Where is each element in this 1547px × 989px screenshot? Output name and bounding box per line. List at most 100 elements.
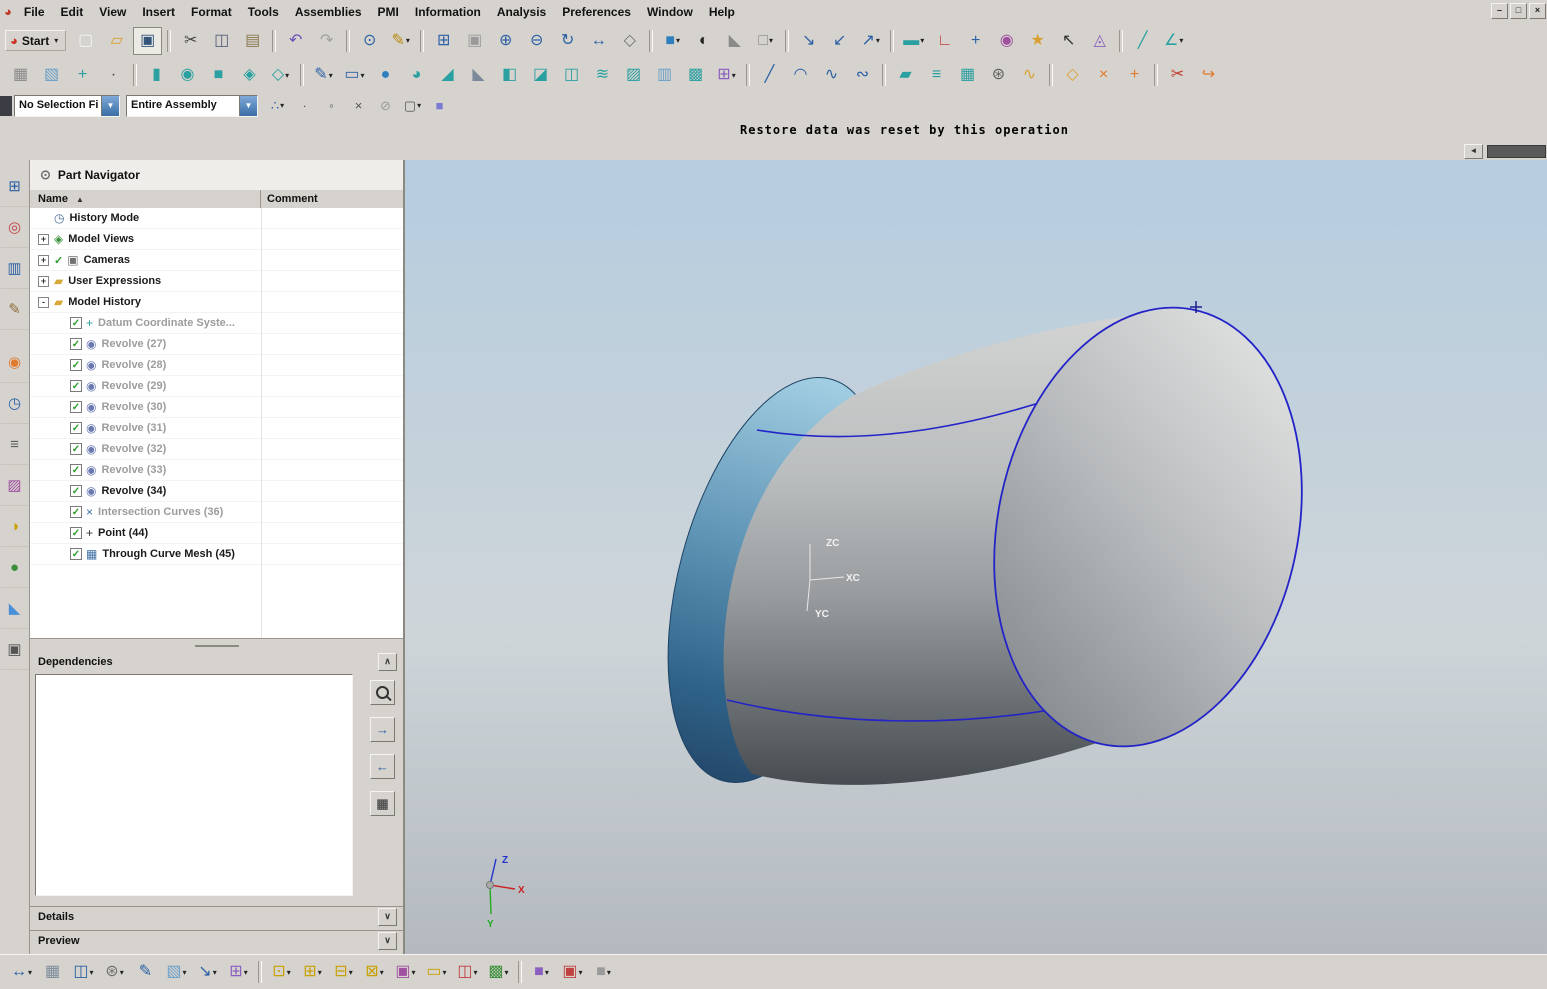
snap-intersection-icon[interactable]: ×: [346, 94, 371, 117]
dropdown-arrow-icon[interactable]: ▾: [120, 968, 124, 977]
sort-ascending-icon[interactable]: ▲: [76, 195, 84, 204]
tree-item-label[interactable]: User Expressions: [68, 275, 161, 287]
dependencies-search-button[interactable]: [370, 680, 395, 705]
feature-checkbox[interactable]: ✓: [70, 317, 82, 329]
snap-midpoint-icon[interactable]: ◦: [319, 94, 344, 117]
undo-icon[interactable]: ↶: [281, 27, 310, 55]
edit-surface-icon[interactable]: ↪: [1194, 61, 1223, 89]
dropdown-arrow-icon[interactable]: ▾: [474, 968, 478, 977]
zoom-in-icon[interactable]: ⊕: [491, 27, 520, 55]
sketch-in-task-icon[interactable]: ✎: [131, 958, 160, 986]
orient-view-top-icon[interactable]: ↘: [794, 27, 823, 55]
collapse-icon[interactable]: -: [38, 296, 49, 308]
feature-checkbox[interactable]: ✓: [70, 338, 82, 350]
tree-row[interactable]: ✓ ▦ Through Curve Mesh (45): [30, 544, 403, 565]
studio-spline-icon[interactable]: ∿: [817, 61, 846, 89]
face-blend-icon[interactable]: ◕: [402, 61, 431, 89]
dropdown-arrow-icon[interactable]: ▾: [380, 968, 384, 977]
dropdown-arrow-icon[interactable]: ▾: [406, 36, 410, 45]
reuse-library-icon[interactable]: ◉: [0, 342, 29, 383]
unite-icon[interactable]: ◈: [235, 61, 264, 89]
menu-information[interactable]: Information: [407, 2, 489, 22]
assembly-navigator-icon[interactable]: ⊞: [0, 166, 29, 207]
datum-plane-icon[interactable]: ▧: [37, 61, 66, 89]
tree-row[interactable]: ✓ ◉ Revolve (33): [30, 460, 403, 481]
chamfer-icon[interactable]: ◢: [433, 61, 462, 89]
minimize-button[interactable]: –: [1491, 3, 1508, 19]
roles-icon[interactable]: ●: [0, 547, 29, 588]
menu-preferences[interactable]: Preferences: [554, 2, 639, 22]
dependencies-grid-button[interactable]: ▦: [370, 791, 395, 816]
tree-row[interactable]: ✓ × Intersection Curves (36): [30, 502, 403, 523]
dropdown-arrow-icon[interactable]: ▾: [90, 968, 94, 977]
thicken-icon[interactable]: ▩: [681, 61, 710, 89]
ruled-surface-icon[interactable]: ▰: [891, 61, 920, 89]
tree-row[interactable]: + ▰ User Expressions: [30, 271, 403, 292]
feature-checkbox[interactable]: ✓: [70, 401, 82, 413]
snap-end-point-icon[interactable]: ∙: [292, 94, 317, 117]
command-info-icon[interactable]: ⊙: [355, 27, 384, 55]
web-browser-icon[interactable]: ≡: [0, 424, 29, 465]
dropdown-arrow-icon[interactable]: ▾: [607, 968, 611, 977]
wcs-triad[interactable]: Z X Y: [486, 855, 526, 930]
sketch-icon[interactable]: ✎ ▾: [309, 61, 338, 89]
rendering-style-icon[interactable]: ◐: [689, 27, 718, 55]
dropdown-arrow-icon[interactable]: ▾: [732, 71, 736, 80]
hd3d-tools-icon[interactable]: ◷: [0, 383, 29, 424]
menu-assemblies[interactable]: Assemblies: [287, 2, 370, 22]
face-analysis-icon[interactable]: ◣: [720, 27, 749, 55]
wave-geometry-linker-icon[interactable]: ⊛ ▾: [100, 958, 129, 986]
z-axis[interactable]: [489, 858, 497, 886]
menu-insert[interactable]: Insert: [134, 2, 183, 22]
work-layer-icon[interactable]: ▬ ▾: [899, 27, 928, 55]
cut-icon[interactable]: ✂: [176, 27, 205, 55]
datum-csys-icon[interactable]: +: [68, 61, 97, 89]
edge-blend-icon[interactable]: ●: [371, 61, 400, 89]
system-scenes-icon[interactable]: ◣: [0, 588, 29, 629]
no-snap-icon[interactable]: ⊘: [373, 94, 398, 117]
tree-row[interactable]: + ✓ ▣ Cameras: [30, 250, 403, 271]
subtract-icon[interactable]: ◇ ▾: [266, 61, 295, 89]
feature-checkbox[interactable]: ✓: [70, 485, 82, 497]
shell-icon[interactable]: ◧: [495, 61, 524, 89]
column-header-comment[interactable]: Comment: [261, 190, 403, 208]
visualization-icon[interactable]: ◑: [0, 506, 29, 547]
pattern-feature-icon[interactable]: ⊞ ▾: [712, 61, 741, 89]
wcs-origin[interactable]: [486, 881, 494, 889]
emboss-icon[interactable]: ▣ ▾: [391, 958, 420, 986]
datum-plane-bottom-icon[interactable]: ▧ ▾: [162, 958, 191, 986]
selection-cursor-icon[interactable]: ↖: [1054, 27, 1083, 55]
dropdown-arrow-icon[interactable]: ▾: [287, 968, 291, 977]
visual-effects-icon[interactable]: ★: [1023, 27, 1052, 55]
styled-sweep-icon[interactable]: ∿: [1015, 61, 1044, 89]
chevron-down-icon[interactable]: ▼: [101, 95, 119, 116]
pan-view-icon[interactable]: ↔: [584, 27, 613, 55]
windows-icon[interactable]: ▣: [0, 629, 29, 670]
dropdown-arrow-icon[interactable]: ▾: [329, 71, 333, 80]
add-component-icon[interactable]: ◫ ▾: [69, 958, 98, 986]
tree-item-label[interactable]: Revolve (28): [101, 359, 166, 371]
orient-view-front-icon[interactable]: ↙: [825, 27, 854, 55]
assembly-cut-icon[interactable]: ▣ ▾: [558, 958, 587, 986]
start-menu-button[interactable]: ◕ Start ▾: [5, 30, 67, 51]
slot-icon[interactable]: ▭ ▾: [422, 958, 451, 986]
dependencies-forward-button[interactable]: →: [370, 717, 395, 742]
dropdown-arrow-icon[interactable]: ▾: [920, 36, 924, 45]
tree-row[interactable]: ✓ ◉ Revolve (31): [30, 418, 403, 439]
perspective-view-icon[interactable]: ◇: [615, 27, 644, 55]
dropdown-arrow-icon[interactable]: ▾: [285, 71, 289, 80]
line-icon[interactable]: ╱: [755, 61, 784, 89]
tree-item-label[interactable]: Model History: [68, 296, 141, 308]
tree-row[interactable]: ✓ ◉ Revolve (32): [30, 439, 403, 460]
work-section-icon[interactable]: ■ ▾: [589, 958, 618, 986]
feature-checkbox[interactable]: ✓: [70, 527, 82, 539]
dropdown-arrow-icon[interactable]: ▾: [412, 968, 416, 977]
tree-row[interactable]: ◷ History Mode: [30, 208, 403, 229]
extrude-icon[interactable]: ▮: [142, 61, 171, 89]
fit-curve-icon[interactable]: ∾: [848, 61, 877, 89]
dropdown-arrow-icon[interactable]: ▾: [349, 968, 353, 977]
dropdown-arrow-icon[interactable]: ▾: [443, 968, 447, 977]
shaded-display-icon[interactable]: ■ ▾: [658, 27, 687, 55]
copy-icon[interactable]: ◫: [207, 27, 236, 55]
process-navigator-icon[interactable]: ▦: [6, 61, 35, 89]
